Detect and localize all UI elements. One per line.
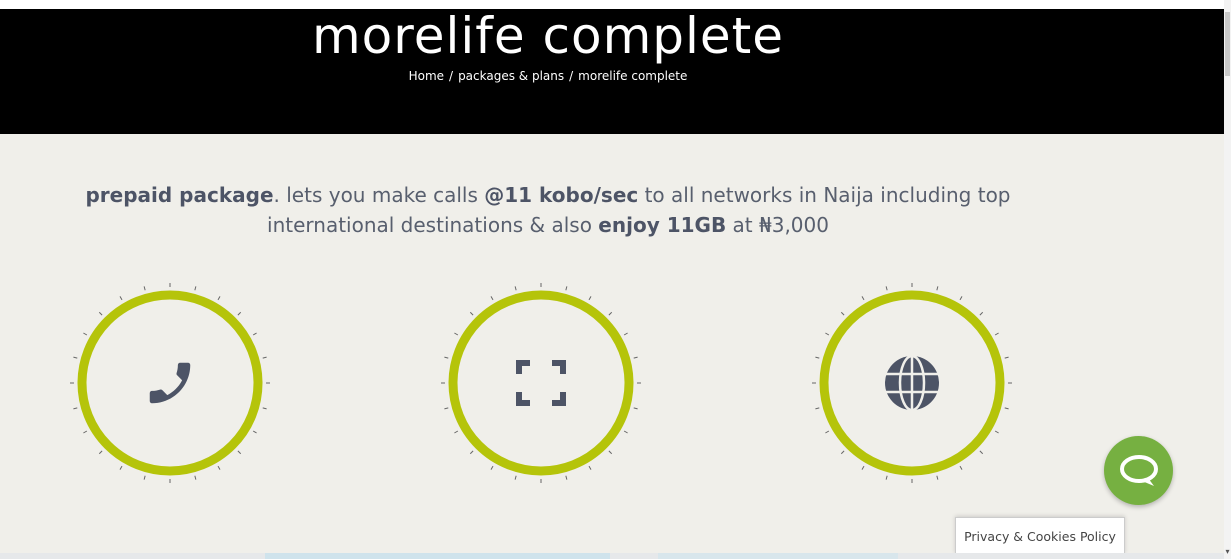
bottom-strip-segment <box>658 553 898 559</box>
dial-tick <box>469 450 474 455</box>
dial-tick <box>959 296 963 301</box>
bottom-strip <box>0 553 1224 559</box>
feature-calls <box>70 283 270 483</box>
dial-tick <box>217 296 221 301</box>
dial-tick <box>237 450 242 455</box>
dial-tick <box>469 311 474 316</box>
dial-tick <box>73 407 78 410</box>
dial-tick <box>861 296 865 301</box>
dial-tick <box>861 465 865 470</box>
breadcrumb-home[interactable]: Home <box>409 69 444 83</box>
dial-tick <box>840 450 845 455</box>
hero-banner: morelife complete Home / packages & plans /… <box>0 7 1224 134</box>
chat-bubble-icon <box>1119 454 1158 486</box>
dial-tick <box>885 475 888 480</box>
dial-tick <box>252 430 257 434</box>
breadcrumb-packages[interactable]: packages & plans <box>458 69 564 83</box>
dial-tick <box>454 332 459 336</box>
breadcrumb: Home / packages & plans / morelife complete <box>0 69 1096 83</box>
dial-tick <box>252 332 257 336</box>
data-allowance: enjoy 11GB <box>598 213 727 237</box>
live-chat-button[interactable] <box>1104 436 1173 505</box>
dial-tick <box>994 332 999 336</box>
bottom-strip-segment <box>265 553 610 559</box>
dial-tick <box>979 311 984 316</box>
breadcrumb-separator: / <box>449 69 454 83</box>
feature-dial <box>812 283 1012 483</box>
scroll-down-arrow-icon[interactable]: ▾ <box>1224 547 1231 556</box>
dial-tick <box>143 475 146 480</box>
dial-tick <box>633 407 638 410</box>
price-text: at ₦3,000 <box>726 213 829 237</box>
package-type: prepaid package <box>85 183 274 207</box>
dial-tick <box>565 475 568 480</box>
call-rate: @11 kobo/sec <box>484 183 639 207</box>
dial-tick <box>73 356 78 359</box>
page-title: morelife complete <box>311 7 785 65</box>
dial-tick <box>237 311 242 316</box>
dial-tick <box>815 407 820 410</box>
breadcrumb-current: morelife complete <box>578 69 688 83</box>
feature-dial <box>70 283 270 483</box>
dial-tick <box>565 286 568 291</box>
dial-tick <box>143 286 146 291</box>
dial-tick <box>514 475 517 480</box>
dial-tick <box>98 450 103 455</box>
dial-tick <box>119 296 123 301</box>
dial-tick <box>194 286 197 291</box>
feature-international <box>812 283 1012 483</box>
dial-tick <box>454 430 459 434</box>
dial-tick <box>623 430 628 434</box>
dial-tick <box>490 296 494 301</box>
feature-data <box>441 283 641 483</box>
privacy-cookies-button[interactable]: Privacy & Cookies Policy <box>955 517 1125 554</box>
feature-dial <box>441 283 641 483</box>
dial-tick <box>825 332 830 336</box>
dial-tick <box>588 296 592 301</box>
dial-tick <box>633 356 638 359</box>
breadcrumb-separator: / <box>569 69 574 83</box>
dial-tick <box>83 332 88 336</box>
dial-tick <box>444 356 449 359</box>
dial-tick <box>588 465 592 470</box>
dial-tick <box>514 286 517 291</box>
scrollbar-thumb[interactable] <box>1225 12 1230 76</box>
dial-tick <box>262 407 267 410</box>
dial-tick <box>608 450 613 455</box>
dial-tick <box>608 311 613 316</box>
dial-tick <box>1004 356 1009 359</box>
dial-tick <box>83 430 88 434</box>
dial-tick <box>623 332 628 336</box>
dial-tick <box>1004 407 1009 410</box>
dial-tick <box>936 475 939 480</box>
dial-tick <box>936 286 939 291</box>
dial-tick <box>840 311 845 316</box>
dial-tick <box>217 465 221 470</box>
dial-tick <box>994 430 999 434</box>
dial-tick <box>194 475 197 480</box>
dial-tick <box>979 450 984 455</box>
fullscreen-icon <box>516 360 566 406</box>
phone-icon <box>149 362 191 404</box>
dial-tick <box>959 465 963 470</box>
dial-tick <box>444 407 449 410</box>
dial-tick <box>119 465 123 470</box>
description-text: . lets you make calls <box>273 183 485 207</box>
dial-tick <box>262 356 267 359</box>
dial-tick <box>825 430 830 434</box>
dial-tick <box>98 311 103 316</box>
dial-tick <box>490 465 494 470</box>
package-description: prepaid package. lets you make calls @11… <box>30 180 1066 240</box>
dial-tick <box>815 356 820 359</box>
vertical-scrollbar[interactable]: ▾ <box>1224 0 1231 559</box>
dial-tick <box>885 286 888 291</box>
globe-icon <box>885 354 939 412</box>
